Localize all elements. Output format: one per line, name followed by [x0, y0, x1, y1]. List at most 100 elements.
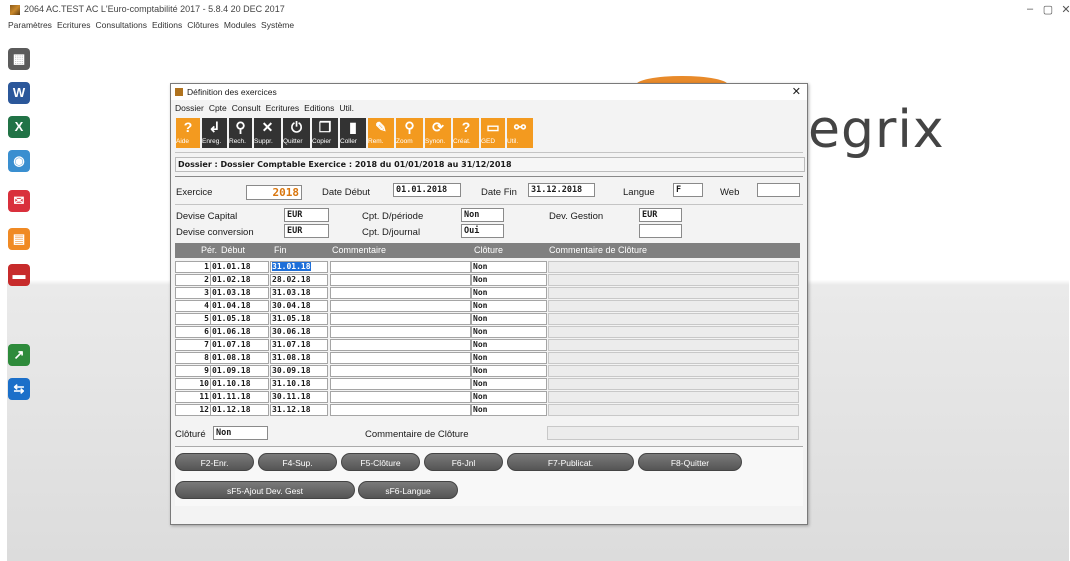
excel-icon[interactable]: X — [8, 116, 30, 138]
period-cell-debut[interactable]: 01.06.18 — [210, 326, 269, 338]
period-cell-cloture[interactable]: Non — [471, 391, 547, 403]
chart-icon[interactable]: ↗ — [8, 344, 30, 366]
period-cell-debut[interactable]: 01.12.18 — [210, 404, 269, 416]
period-cell-commentaire[interactable] — [330, 326, 471, 338]
period-cell-commentaire[interactable] — [330, 391, 471, 403]
maximize-icon[interactable]: ▢ — [1040, 3, 1056, 16]
period-cell-comm_cloture[interactable] — [548, 274, 799, 286]
f6-jnl-button[interactable]: F6-Jnl — [424, 453, 503, 471]
period-cell-commentaire[interactable] — [330, 313, 471, 325]
creat-toolbar-button[interactable]: ? Créat. — [453, 118, 479, 148]
quitter-toolbar-button[interactable]: ⏻ Quitter — [283, 118, 310, 148]
langue-field[interactable]: F — [673, 183, 703, 197]
period-cell-comm_cloture[interactable] — [548, 261, 799, 273]
period-cell-fin[interactable]: 31.08.18 — [270, 352, 328, 364]
period-cell-commentaire[interactable] — [330, 404, 471, 416]
period-cell-fin[interactable]: 28.02.18 — [270, 274, 328, 286]
period-cell-fin[interactable]: 31.12.18 — [270, 404, 328, 416]
menu-parametres[interactable]: Paramètres — [8, 20, 52, 30]
period-cell-commentaire[interactable] — [330, 261, 471, 273]
sf5-ajout-dev-gest-button[interactable]: sF5-Ajout Dev. Gest — [175, 481, 355, 499]
period-cell-debut[interactable]: 01.02.18 — [210, 274, 269, 286]
dev-gestion-field[interactable]: EUR — [639, 208, 682, 222]
period-cell-cloture[interactable]: Non — [471, 326, 547, 338]
period-cell-fin[interactable]: 31.10.18 — [270, 378, 328, 390]
period-cell-comm_cloture[interactable] — [548, 365, 799, 377]
web-field[interactable] — [757, 183, 800, 197]
period-cell-cloture[interactable]: Non — [471, 261, 547, 273]
period-cell-per[interactable]: 6 — [175, 326, 210, 338]
period-cell-comm_cloture[interactable] — [548, 404, 799, 416]
cpt-journal-field[interactable]: Oui — [461, 224, 504, 238]
period-cell-fin[interactable]: 31.05.18 — [270, 313, 328, 325]
period-cell-fin[interactable]: 31.01.18 — [270, 261, 328, 273]
period-cell-fin[interactable]: 31.03.18 — [270, 287, 328, 299]
dialog-menu-dossier[interactable]: Dossier — [175, 103, 204, 113]
util-toolbar-button[interactable]: ⚯ Util. — [507, 118, 533, 148]
period-cell-per[interactable]: 4 — [175, 300, 210, 312]
period-cell-per[interactable]: 12 — [175, 404, 210, 416]
period-cell-comm_cloture[interactable] — [548, 300, 799, 312]
period-cell-cloture[interactable]: Non — [471, 300, 547, 312]
menu-consultations[interactable]: Consultations — [95, 20, 147, 30]
period-cell-cloture[interactable]: Non — [471, 274, 547, 286]
period-cell-cloture[interactable]: Non — [471, 378, 547, 390]
period-cell-cloture[interactable]: Non — [471, 339, 547, 351]
enreg-toolbar-button[interactable]: ↲ Enreg. — [202, 118, 227, 148]
dialog-menu-consult[interactable]: Consult — [232, 103, 261, 113]
close-icon[interactable]: ✕ — [1058, 3, 1070, 16]
aide-toolbar-button[interactable]: ? Aide — [176, 118, 200, 148]
period-cell-debut[interactable]: 01.07.18 — [210, 339, 269, 351]
f7-publicat-button[interactable]: F7-Publicat. — [507, 453, 634, 471]
period-cell-cloture[interactable]: Non — [471, 365, 547, 377]
sf6-langue-button[interactable]: sF6-Langue — [358, 481, 458, 499]
period-cell-per[interactable]: 11 — [175, 391, 210, 403]
period-cell-commentaire[interactable] — [330, 300, 471, 312]
period-cell-commentaire[interactable] — [330, 339, 471, 351]
period-cell-comm_cloture[interactable] — [548, 339, 799, 351]
period-cell-debut[interactable]: 01.11.18 — [210, 391, 269, 403]
period-cell-debut[interactable]: 01.08.18 — [210, 352, 269, 364]
suppr-toolbar-button[interactable]: ✕ Suppr. — [254, 118, 281, 148]
menu-systeme[interactable]: Système — [261, 20, 294, 30]
period-cell-cloture[interactable]: Non — [471, 287, 547, 299]
f5-cloture-button[interactable]: F5-Clôture — [341, 453, 420, 471]
f2-enr-button[interactable]: F2-Enr. — [175, 453, 254, 471]
period-cell-comm_cloture[interactable] — [548, 326, 799, 338]
f8-quitter-button[interactable]: F8-Quitter — [638, 453, 742, 471]
period-cell-commentaire[interactable] — [330, 274, 471, 286]
globe-icon[interactable]: ◉ — [8, 150, 30, 172]
mail-icon[interactable]: ✉ — [8, 190, 30, 212]
f4-sup-button[interactable]: F4-Sup. — [258, 453, 337, 471]
ged-toolbar-button[interactable]: ▭ GED — [481, 118, 505, 148]
period-cell-debut[interactable]: 01.09.18 — [210, 365, 269, 377]
cloture-field[interactable]: Non — [213, 426, 268, 440]
word-icon[interactable]: W — [8, 82, 30, 104]
period-cell-debut[interactable]: 01.10.18 — [210, 378, 269, 390]
dialog-menu-cpte[interactable]: Cpte — [209, 103, 227, 113]
menu-clotures[interactable]: Clôtures — [187, 20, 219, 30]
period-cell-fin[interactable]: 31.07.18 — [270, 339, 328, 351]
date-fin-field[interactable]: 31.12.2018 — [528, 183, 595, 197]
period-cell-per[interactable]: 3 — [175, 287, 210, 299]
period-cell-comm_cloture[interactable] — [548, 378, 799, 390]
dialog-close-icon[interactable]: ✕ — [792, 85, 801, 98]
date-debut-field[interactable]: 01.01.2018 — [393, 183, 461, 197]
period-cell-cloture[interactable]: Non — [471, 313, 547, 325]
period-cell-per[interactable]: 10 — [175, 378, 210, 390]
dev-gestion-field-2[interactable] — [639, 224, 682, 238]
menu-editions[interactable]: Editions — [152, 20, 182, 30]
dialog-menu-ecritures[interactable]: Ecritures — [266, 103, 300, 113]
minimize-icon[interactable]: – — [1022, 3, 1038, 15]
period-cell-comm_cloture[interactable] — [548, 352, 799, 364]
rech-toolbar-button[interactable]: ⚲ Rech. — [229, 118, 252, 148]
period-cell-fin[interactable]: 30.09.18 — [270, 365, 328, 377]
teamviewer-icon[interactable]: ⇆ — [8, 378, 30, 400]
exercice-field[interactable]: 2018 — [246, 185, 302, 200]
period-cell-fin[interactable]: 30.04.18 — [270, 300, 328, 312]
zoom-toolbar-button[interactable]: ⚲ Zoom — [396, 118, 423, 148]
devise-conversion-field[interactable]: EUR — [284, 224, 329, 238]
document-icon[interactable]: ▬ — [8, 264, 30, 286]
period-cell-debut[interactable]: 01.03.18 — [210, 287, 269, 299]
period-cell-comm_cloture[interactable] — [548, 287, 799, 299]
